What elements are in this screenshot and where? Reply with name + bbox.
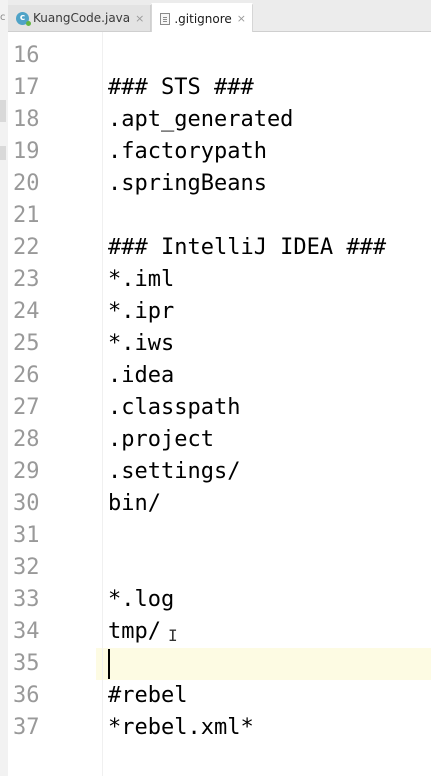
line-number: 25 (13, 331, 40, 356)
tab-label: KuangCode.java (33, 11, 131, 25)
line-number: 16 (13, 43, 40, 68)
line-number: 29 (13, 459, 40, 484)
line-number: 37 (13, 715, 40, 740)
line-number: 31 (13, 523, 40, 548)
line-number: 23 (13, 267, 40, 292)
line-number: 35 (13, 651, 40, 676)
code-line[interactable] (108, 200, 431, 232)
close-icon[interactable]: × (237, 12, 246, 25)
line-number: 18 (13, 107, 40, 132)
ide-window: c c KuangCode.java × .gitignore × 16 17 18… (0, 0, 431, 776)
code-line[interactable] (108, 520, 431, 552)
code-line[interactable]: bin/ (108, 488, 431, 520)
line-number: 27 (13, 395, 40, 420)
code-line[interactable]: *.ipr (108, 296, 431, 328)
line-number: 26 (13, 363, 40, 388)
line-number: 28 (13, 427, 40, 452)
code-line[interactable]: #rebel (108, 680, 431, 712)
code-line[interactable]: .apt_generated (108, 104, 431, 136)
code-line[interactable] (108, 40, 431, 72)
code-line[interactable]: *.iml (108, 264, 431, 296)
tab-gitignore[interactable]: .gitignore × (151, 3, 253, 32)
line-number: 20 (13, 171, 40, 196)
line-number-gutter[interactable]: 16 17 18 19 20 21 22 23 24 25 26 27 28 29 30 31 32 33 34 35… (8, 32, 96, 776)
line-number: 17 (13, 75, 40, 100)
code-line[interactable]: *.iws (108, 328, 431, 360)
code-line[interactable]: .settings/ (108, 456, 431, 488)
line-number: 21 (13, 203, 40, 228)
close-icon[interactable]: × (135, 12, 144, 25)
code-line[interactable]: ### STS ### (108, 72, 431, 104)
line-number: 36 (13, 683, 40, 708)
line-number: 30 (13, 491, 40, 516)
code-line[interactable]: .classpath (108, 392, 431, 424)
side-panel-clipped-text: c (0, 12, 6, 23)
tab-label: .gitignore (174, 11, 232, 26)
text-file-icon (160, 12, 171, 25)
code-line[interactable] (108, 552, 431, 584)
tab-kuangcode-java[interactable]: c KuangCode.java × (8, 5, 152, 31)
line-number: 22 (13, 235, 40, 260)
code-line[interactable]: .factorypath (108, 136, 431, 168)
side-panel-marker (0, 146, 6, 160)
line-number: 24 (13, 299, 40, 324)
line-number: 34 (13, 619, 40, 644)
code-editor[interactable]: 16 17 18 19 20 21 22 23 24 25 26 27 28 29 30 31 32 33 34 35… (8, 32, 431, 776)
line-number: 33 (13, 587, 40, 612)
code-line[interactable]: .idea (108, 360, 431, 392)
code-line[interactable] (108, 648, 431, 680)
code-line[interactable]: ### IntelliJ IDEA ### (108, 232, 431, 264)
gutter-separator (102, 32, 103, 776)
line-number: 32 (13, 555, 40, 580)
java-class-icon: c (16, 11, 31, 26)
code-line[interactable]: *rebel.xml* (108, 712, 431, 744)
code-line[interactable]: .springBeans (108, 168, 431, 200)
side-panel-marker (0, 100, 6, 122)
line-number: 19 (13, 139, 40, 164)
ibeam-cursor-icon: I (168, 626, 178, 645)
text-caret (108, 649, 110, 679)
code-line[interactable]: tmp/ (108, 616, 431, 648)
code-line[interactable]: .project (108, 424, 431, 456)
code-line[interactable]: *.log (108, 584, 431, 616)
editor-tab-bar: c KuangCode.java × .gitignore × (8, 0, 431, 32)
